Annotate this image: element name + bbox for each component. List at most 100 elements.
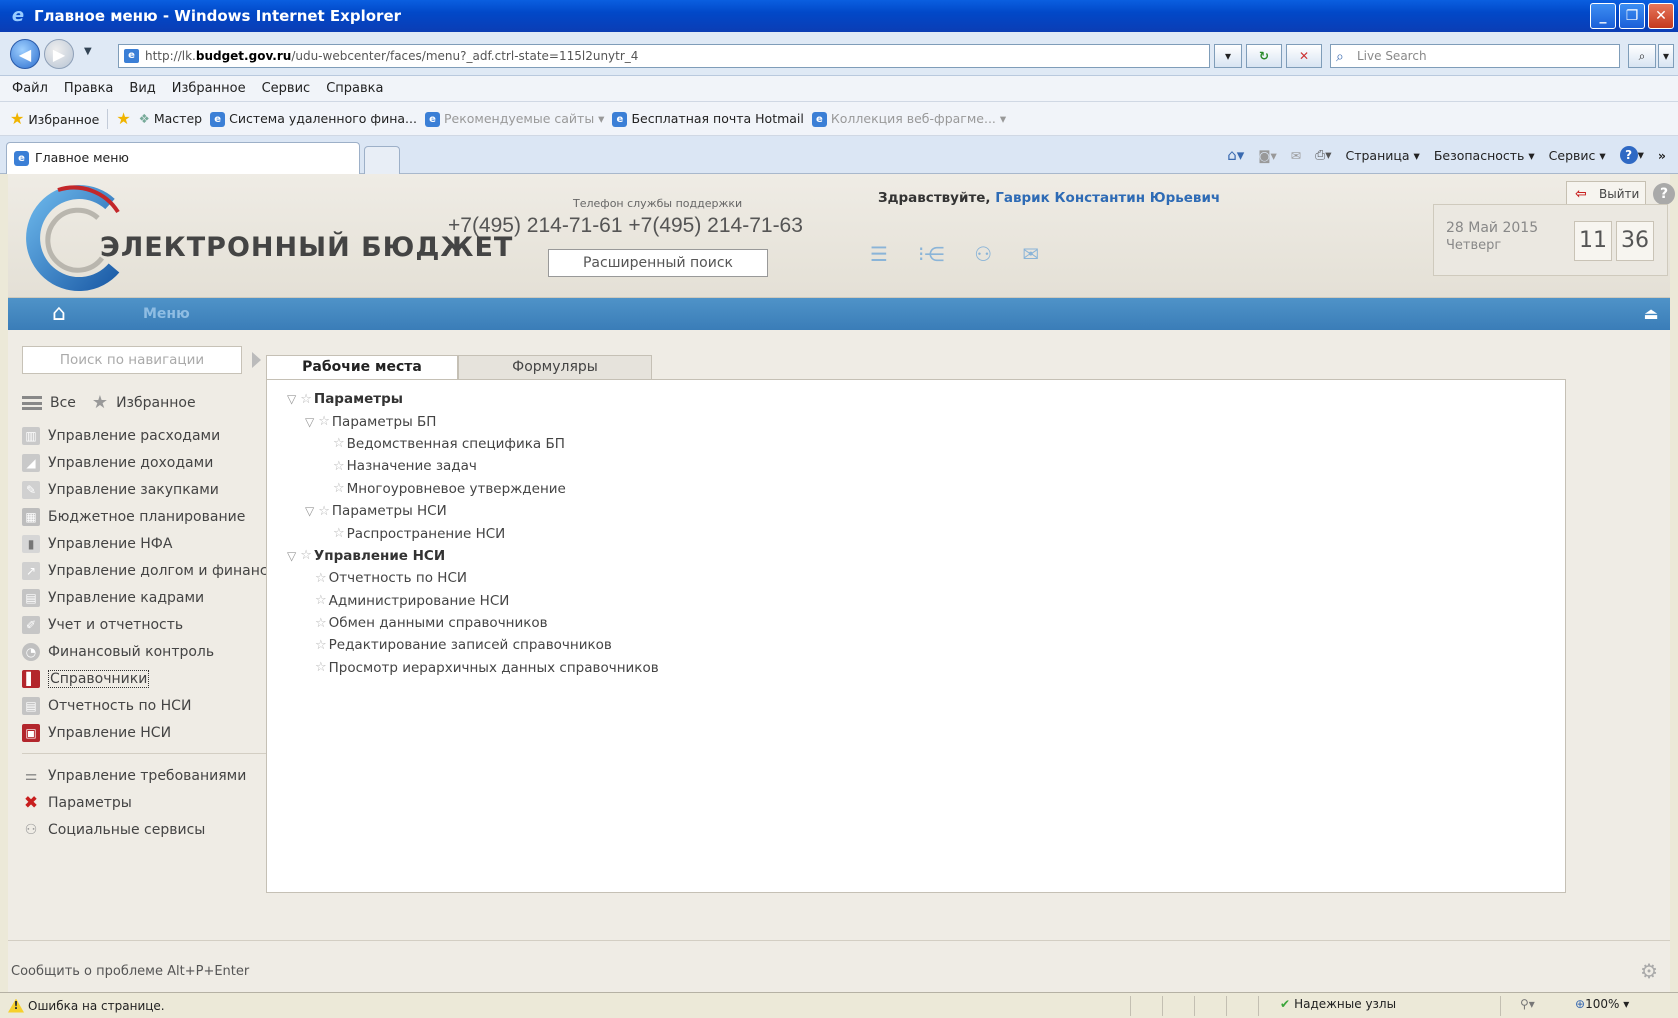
add-favorite-icon[interactable]: ★ [116,109,130,128]
tree-node[interactable]: ☆ Просмотр иерархичных данных справочнико… [287,657,659,679]
chevron-right-icon[interactable]: » [1658,148,1666,163]
fav-link-webslices[interactable]: e Коллекция веб-фрагме... ▾ [811,111,1006,127]
collapse-icon[interactable]: ▽ [287,392,296,406]
favorites-button[interactable]: ★ Избранное [10,109,99,128]
tree-node[interactable]: ▽ ☆ Параметры НСИ [287,500,659,522]
home-icon[interactable]: ⌂▾ [1227,146,1244,164]
tools-menu[interactable]: Сервис ▾ [1549,148,1606,163]
list-icon[interactable]: ☰ [870,242,888,266]
star-icon[interactable]: ☆ [315,571,327,586]
feeds-icon[interactable]: ◙▾ [1258,148,1276,163]
sidebar-item-budget-planning[interactable]: ▦ Бюджетное планирование [22,503,272,530]
star-icon[interactable]: ☆ [333,436,345,451]
nav-search-go-icon[interactable] [252,352,261,368]
star-icon[interactable]: ☆ [333,459,345,474]
sidebar-item-directories[interactable]: ▌ Справочники [22,665,272,692]
sidebar-item-debt[interactable]: ↗ Управление долгом и финансовыми [22,557,272,584]
sidebar-item-nsi-reporting[interactable]: ▤ Отчетность по НСИ [22,692,272,719]
star-icon[interactable]: ☆ [333,481,345,496]
collapse-header-icon[interactable]: ⏏ [1640,305,1662,323]
collapse-icon[interactable]: ▽ [287,549,296,563]
collapse-icon[interactable]: ▽ [305,504,314,518]
sidebar-item-nsi-management[interactable]: ▣ Управление НСИ [22,719,272,746]
star-icon[interactable]: ☆ [315,616,327,631]
warning-icon[interactable]: ! [8,998,24,1013]
collapse-icon[interactable]: ▽ [305,415,314,429]
fav-link-suggested[interactable]: e Рекомендуемые сайты ▾ [424,111,604,127]
tree-node[interactable]: ☆ Распространение НСИ [287,522,659,544]
star-icon[interactable]: ☆ [333,526,345,541]
page-menu[interactable]: Страница ▾ [1345,148,1419,163]
sidebar-item-procurement[interactable]: ✎ Управление закупками [22,476,272,503]
sidebar-item-requirements[interactable]: ⚌ Управление требованиями [22,762,272,789]
menu-tools[interactable]: Сервис [262,81,311,96]
star-icon[interactable]: ☆ [300,392,312,407]
zoom-control[interactable]: ⊕100% ▾ [1575,997,1629,1011]
fav-link-remote-finance[interactable]: e Система удаленного фина... [210,111,417,127]
mail-icon[interactable]: ✉ [1291,148,1301,163]
tree-node[interactable]: ☆ Обмен данными справочников [287,612,659,634]
back-button[interactable]: ◀ [10,39,40,69]
filter-all[interactable]: Все [50,395,76,411]
users-icon[interactable]: ⚇ [974,242,992,266]
star-icon[interactable]: ☆ [300,548,312,563]
help-icon[interactable]: ? [1653,183,1675,205]
messages-icon[interactable]: ✉ [1022,242,1039,266]
user-name-link[interactable]: Гаврик Константин Юрьевич [995,190,1220,206]
tab-main-menu[interactable]: e Главное меню [6,142,360,174]
menu-favorites[interactable]: Избранное [172,81,246,96]
protected-mode-icon[interactable]: ⚲▾ [1520,997,1535,1011]
tree-node[interactable]: ☆ Отчетность по НСИ [287,567,659,589]
url-dropdown-button[interactable]: ▾ [1214,44,1242,68]
gear-icon[interactable]: ⚙ [1640,959,1658,983]
hierarchy-icon[interactable]: ⁝⋲ [918,242,944,266]
menu-edit[interactable]: Правка [64,81,113,96]
forward-button[interactable]: ▶ [44,39,74,69]
sidebar-item-accounting[interactable]: ✐ Учет и отчетность [22,611,272,638]
tree-node[interactable]: ☆ Редактирование записей справочников [287,634,659,656]
tab-workplaces[interactable]: Рабочие места [266,355,458,380]
sidebar-item-hr[interactable]: ▤ Управление кадрами [22,584,272,611]
menu-label[interactable]: Меню [143,306,190,322]
tree-node[interactable]: ☆ Ведомственная специфика БП [287,433,659,455]
sidebar-item-social[interactable]: ⚇ Социальные сервисы [22,816,272,843]
tree-node[interactable]: ▽ ☆ Управление НСИ [287,545,659,567]
new-tab-button[interactable] [364,146,400,174]
live-search-input[interactable]: ⌕ Live Search [1330,44,1620,68]
safety-menu[interactable]: Безопасность ▾ [1434,148,1535,163]
refresh-button[interactable]: ↻ [1246,44,1282,68]
sidebar-item-financial-control[interactable]: ◔ Финансовый контроль [22,638,272,665]
star-icon[interactable]: ☆ [318,504,330,519]
home-icon[interactable]: ⌂ [52,303,66,325]
sidebar-item-parameters[interactable]: ✖ Параметры [22,789,272,816]
print-icon[interactable]: ⎙▾ [1315,147,1331,163]
wizard-link[interactable]: ❖ Мастер [139,111,202,126]
star-icon[interactable]: ☆ [315,593,327,608]
help-icon[interactable]: ? ▾ [1619,146,1644,164]
sidebar-item-income[interactable]: ◢ Управление доходами [22,449,272,476]
close-button[interactable]: ✕ [1648,3,1674,29]
tab-forms[interactable]: Формуляры [458,355,652,379]
tree-node[interactable]: ☆ Администрирование НСИ [287,590,659,612]
menu-file[interactable]: Файл [12,81,48,96]
search-options-button[interactable]: ▾ [1658,44,1674,68]
advanced-search-button[interactable]: Расширенный поиск [548,249,768,277]
star-icon[interactable]: ☆ [315,638,327,653]
report-problem-link[interactable]: Сообщить о проблеме Alt+P+Enter [11,964,249,979]
menu-help[interactable]: Справка [326,81,383,96]
minimize-button[interactable]: _ [1590,3,1616,29]
tree-node[interactable]: ▽ ☆ Параметры [287,388,659,410]
tree-node[interactable]: ☆ Назначение задач [287,455,659,477]
sidebar-item-nfa[interactable]: ▮ Управление НФА [22,530,272,557]
fav-link-hotmail[interactable]: e Бесплатная почта Hotmail [612,111,804,127]
search-button[interactable]: ⌕ [1628,44,1656,68]
nav-search-input[interactable]: Поиск по навигации [22,346,242,374]
tree-node[interactable]: ▽ ☆ Параметры БП [287,410,659,432]
stop-button[interactable]: ✕ [1286,44,1322,68]
maximize-button[interactable]: ❐ [1619,3,1645,29]
star-icon[interactable]: ☆ [315,660,327,675]
sidebar-item-expenses[interactable]: ▥ Управление расходами [22,422,272,449]
tree-node[interactable]: ☆ Многоуровневое утверждение [287,478,659,500]
filter-favorites[interactable]: Избранное [116,395,196,411]
security-zone[interactable]: ✔ Надежные узлы [1280,997,1396,1011]
